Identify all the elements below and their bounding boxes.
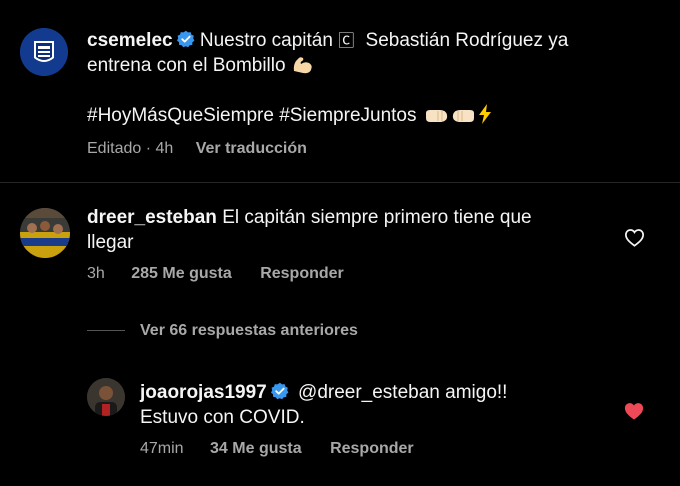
right-fist-icon [450,107,476,132]
commenter-avatar[interactable] [20,208,70,258]
reply-meta: 47min 34 Me gusta Responder [140,440,414,458]
flexed-biceps-icon [291,53,315,82]
post-caption: csemelec Nuestro capitán 🄲 Sebastián Rod… [87,28,657,82]
view-replies-label: Ver 66 respuestas anteriores [140,322,358,339]
comment-body: dreer_esteban El capitán siempre primero… [87,205,607,255]
reply-username[interactable]: joaorojas1997 [140,382,267,403]
view-replies-button[interactable]: Ver 66 respuestas anteriores [140,322,358,340]
reply-likes[interactable]: 34 Me gusta [210,440,302,457]
lightning-icon [476,103,494,132]
comment-text-2: llegar [87,232,134,253]
reply-avatar[interactable] [87,378,125,416]
comment-text-1: El capitán siempre primero tiene que [222,207,532,228]
reply-text-2: Estuvo con COVID. [140,407,305,428]
comment-username[interactable]: dreer_esteban [87,207,217,228]
post-hashtags[interactable]: #HoyMásQueSiempre #SiempreJuntos [87,105,417,126]
reply-reply-button[interactable]: Responder [330,440,414,457]
emelec-logo-icon [20,28,68,76]
view-replies-line [87,330,125,331]
caption-glyph: 🄲 [338,31,355,50]
comment-time: 3h [87,265,105,282]
comment-reply-button[interactable]: Responder [260,265,344,282]
post-edited-time: Editado · 4h [87,140,174,157]
left-fist-icon [424,107,450,132]
post-avatar[interactable] [20,28,68,76]
translate-link[interactable]: Ver traducción [196,140,307,157]
caption-text-1: Nuestro capitán [199,30,333,51]
liked-heart-icon[interactable] [623,401,645,426]
team-photo-icon [20,208,70,258]
post-divider [0,182,680,183]
verified-badge-icon [176,30,195,48]
comment-meta: 3h 285 Me gusta Responder [87,265,344,283]
player-photo-icon [87,378,125,416]
like-heart-icon[interactable] [624,228,645,252]
post-username[interactable]: csemelec [87,30,173,51]
post-hashtags-line: #HoyMásQueSiempre #SiempreJuntos [87,103,494,132]
post-meta: Editado · 4h Ver traducción [87,140,307,158]
caption-text-2: entrena con el Bombillo [87,55,286,76]
comment-likes[interactable]: 285 Me gusta [131,265,231,282]
verified-badge-icon [270,382,289,400]
caption-text-1b: Sebastián Rodríguez ya [365,30,569,51]
reply-time: 47min [140,440,184,457]
reply-body: joaorojas1997 @dreer_esteban amigo!! Est… [140,380,610,430]
reply-text-1: @dreer_esteban amigo!! [298,382,508,403]
